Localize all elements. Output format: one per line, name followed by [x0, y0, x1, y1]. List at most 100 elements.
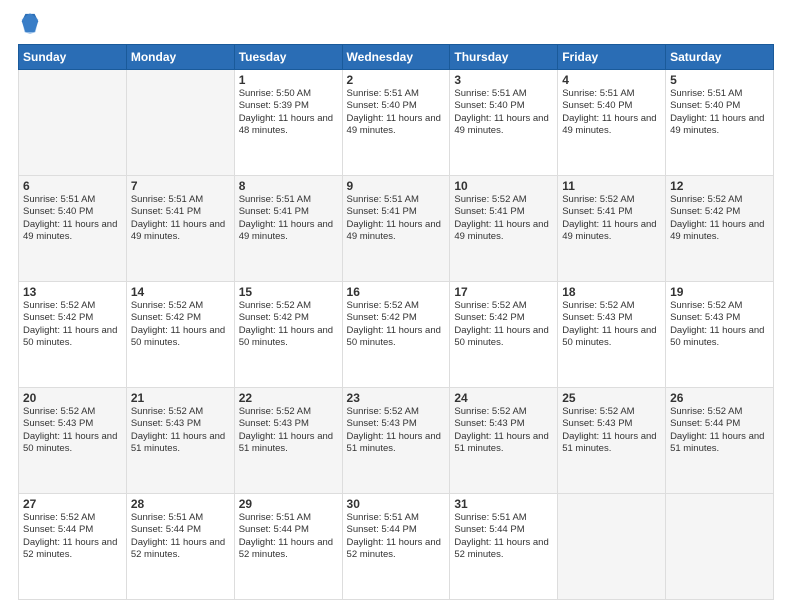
day-info: Sunrise: 5:52 AM Sunset: 5:43 PM Dayligh…	[347, 406, 446, 455]
day-number: 16	[347, 285, 446, 299]
calendar-cell: 7Sunrise: 5:51 AM Sunset: 5:41 PM Daylig…	[126, 176, 234, 282]
calendar-cell: 10Sunrise: 5:52 AM Sunset: 5:41 PM Dayli…	[450, 176, 558, 282]
day-number: 6	[23, 179, 122, 193]
day-number: 15	[239, 285, 338, 299]
day-info: Sunrise: 5:52 AM Sunset: 5:43 PM Dayligh…	[239, 406, 338, 455]
day-info: Sunrise: 5:51 AM Sunset: 5:44 PM Dayligh…	[131, 512, 230, 561]
day-info: Sunrise: 5:51 AM Sunset: 5:41 PM Dayligh…	[239, 194, 338, 243]
day-number: 7	[131, 179, 230, 193]
day-info: Sunrise: 5:51 AM Sunset: 5:40 PM Dayligh…	[347, 88, 446, 137]
logo-icon	[21, 12, 39, 34]
day-number: 10	[454, 179, 553, 193]
calendar-cell: 16Sunrise: 5:52 AM Sunset: 5:42 PM Dayli…	[342, 282, 450, 388]
calendar-cell: 9Sunrise: 5:51 AM Sunset: 5:41 PM Daylig…	[342, 176, 450, 282]
day-number: 19	[670, 285, 769, 299]
day-number: 22	[239, 391, 338, 405]
day-info: Sunrise: 5:52 AM Sunset: 5:41 PM Dayligh…	[562, 194, 661, 243]
day-number: 12	[670, 179, 769, 193]
day-info: Sunrise: 5:51 AM Sunset: 5:41 PM Dayligh…	[131, 194, 230, 243]
day-info: Sunrise: 5:52 AM Sunset: 5:44 PM Dayligh…	[670, 406, 769, 455]
weekday-header: Friday	[558, 45, 666, 70]
calendar-cell: 31Sunrise: 5:51 AM Sunset: 5:44 PM Dayli…	[450, 494, 558, 600]
calendar-cell: 28Sunrise: 5:51 AM Sunset: 5:44 PM Dayli…	[126, 494, 234, 600]
calendar-cell: 14Sunrise: 5:52 AM Sunset: 5:42 PM Dayli…	[126, 282, 234, 388]
day-number: 20	[23, 391, 122, 405]
day-info: Sunrise: 5:52 AM Sunset: 5:43 PM Dayligh…	[23, 406, 122, 455]
calendar-cell: 27Sunrise: 5:52 AM Sunset: 5:44 PM Dayli…	[19, 494, 127, 600]
day-number: 11	[562, 179, 661, 193]
day-info: Sunrise: 5:51 AM Sunset: 5:44 PM Dayligh…	[454, 512, 553, 561]
day-info: Sunrise: 5:52 AM Sunset: 5:43 PM Dayligh…	[454, 406, 553, 455]
day-info: Sunrise: 5:52 AM Sunset: 5:42 PM Dayligh…	[239, 300, 338, 349]
calendar-cell	[126, 70, 234, 176]
weekday-header: Saturday	[666, 45, 774, 70]
day-info: Sunrise: 5:51 AM Sunset: 5:40 PM Dayligh…	[670, 88, 769, 137]
calendar-cell	[19, 70, 127, 176]
day-info: Sunrise: 5:52 AM Sunset: 5:41 PM Dayligh…	[454, 194, 553, 243]
day-number: 14	[131, 285, 230, 299]
day-number: 26	[670, 391, 769, 405]
weekday-header: Tuesday	[234, 45, 342, 70]
day-number: 13	[23, 285, 122, 299]
day-info: Sunrise: 5:51 AM Sunset: 5:44 PM Dayligh…	[347, 512, 446, 561]
calendar-cell: 6Sunrise: 5:51 AM Sunset: 5:40 PM Daylig…	[19, 176, 127, 282]
day-number: 25	[562, 391, 661, 405]
calendar-cell: 30Sunrise: 5:51 AM Sunset: 5:44 PM Dayli…	[342, 494, 450, 600]
day-number: 3	[454, 73, 553, 87]
calendar-cell: 8Sunrise: 5:51 AM Sunset: 5:41 PM Daylig…	[234, 176, 342, 282]
day-info: Sunrise: 5:52 AM Sunset: 5:43 PM Dayligh…	[670, 300, 769, 349]
day-number: 30	[347, 497, 446, 511]
day-number: 24	[454, 391, 553, 405]
calendar-cell: 2Sunrise: 5:51 AM Sunset: 5:40 PM Daylig…	[342, 70, 450, 176]
calendar-cell: 15Sunrise: 5:52 AM Sunset: 5:42 PM Dayli…	[234, 282, 342, 388]
day-number: 4	[562, 73, 661, 87]
day-info: Sunrise: 5:52 AM Sunset: 5:42 PM Dayligh…	[670, 194, 769, 243]
calendar-cell: 12Sunrise: 5:52 AM Sunset: 5:42 PM Dayli…	[666, 176, 774, 282]
day-info: Sunrise: 5:51 AM Sunset: 5:41 PM Dayligh…	[347, 194, 446, 243]
calendar-cell: 18Sunrise: 5:52 AM Sunset: 5:43 PM Dayli…	[558, 282, 666, 388]
calendar-cell: 20Sunrise: 5:52 AM Sunset: 5:43 PM Dayli…	[19, 388, 127, 494]
day-info: Sunrise: 5:51 AM Sunset: 5:40 PM Dayligh…	[454, 88, 553, 137]
day-number: 8	[239, 179, 338, 193]
calendar-cell: 1Sunrise: 5:50 AM Sunset: 5:39 PM Daylig…	[234, 70, 342, 176]
calendar-cell: 11Sunrise: 5:52 AM Sunset: 5:41 PM Dayli…	[558, 176, 666, 282]
day-number: 18	[562, 285, 661, 299]
day-info: Sunrise: 5:52 AM Sunset: 5:43 PM Dayligh…	[562, 300, 661, 349]
calendar-cell: 24Sunrise: 5:52 AM Sunset: 5:43 PM Dayli…	[450, 388, 558, 494]
day-info: Sunrise: 5:52 AM Sunset: 5:43 PM Dayligh…	[562, 406, 661, 455]
calendar-cell: 23Sunrise: 5:52 AM Sunset: 5:43 PM Dayli…	[342, 388, 450, 494]
logo	[18, 18, 39, 34]
day-number: 2	[347, 73, 446, 87]
day-info: Sunrise: 5:52 AM Sunset: 5:42 PM Dayligh…	[23, 300, 122, 349]
day-info: Sunrise: 5:51 AM Sunset: 5:40 PM Dayligh…	[23, 194, 122, 243]
calendar-cell: 19Sunrise: 5:52 AM Sunset: 5:43 PM Dayli…	[666, 282, 774, 388]
day-info: Sunrise: 5:52 AM Sunset: 5:42 PM Dayligh…	[131, 300, 230, 349]
day-info: Sunrise: 5:51 AM Sunset: 5:40 PM Dayligh…	[562, 88, 661, 137]
weekday-header: Monday	[126, 45, 234, 70]
calendar-cell	[558, 494, 666, 600]
day-info: Sunrise: 5:50 AM Sunset: 5:39 PM Dayligh…	[239, 88, 338, 137]
header	[18, 18, 774, 34]
calendar-cell: 29Sunrise: 5:51 AM Sunset: 5:44 PM Dayli…	[234, 494, 342, 600]
day-number: 9	[347, 179, 446, 193]
calendar-cell: 13Sunrise: 5:52 AM Sunset: 5:42 PM Dayli…	[19, 282, 127, 388]
calendar-cell: 17Sunrise: 5:52 AM Sunset: 5:42 PM Dayli…	[450, 282, 558, 388]
day-number: 5	[670, 73, 769, 87]
day-number: 31	[454, 497, 553, 511]
weekday-header: Wednesday	[342, 45, 450, 70]
calendar-cell: 4Sunrise: 5:51 AM Sunset: 5:40 PM Daylig…	[558, 70, 666, 176]
day-info: Sunrise: 5:52 AM Sunset: 5:42 PM Dayligh…	[347, 300, 446, 349]
day-number: 27	[23, 497, 122, 511]
day-number: 29	[239, 497, 338, 511]
calendar-cell: 21Sunrise: 5:52 AM Sunset: 5:43 PM Dayli…	[126, 388, 234, 494]
calendar-cell	[666, 494, 774, 600]
calendar-cell: 5Sunrise: 5:51 AM Sunset: 5:40 PM Daylig…	[666, 70, 774, 176]
day-number: 1	[239, 73, 338, 87]
day-number: 23	[347, 391, 446, 405]
weekday-header: Sunday	[19, 45, 127, 70]
day-info: Sunrise: 5:52 AM Sunset: 5:42 PM Dayligh…	[454, 300, 553, 349]
day-number: 17	[454, 285, 553, 299]
calendar-table: SundayMondayTuesdayWednesdayThursdayFrid…	[18, 44, 774, 600]
calendar-cell: 3Sunrise: 5:51 AM Sunset: 5:40 PM Daylig…	[450, 70, 558, 176]
day-info: Sunrise: 5:52 AM Sunset: 5:43 PM Dayligh…	[131, 406, 230, 455]
